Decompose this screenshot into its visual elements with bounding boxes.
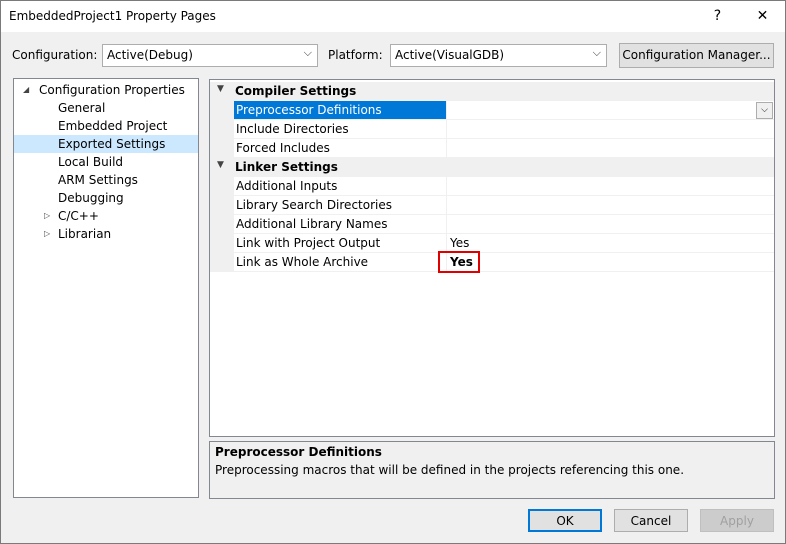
property-name: Preprocessor Definitions [234,101,446,120]
property-value[interactable] [446,177,774,196]
ok-button[interactable]: OK [528,509,602,532]
property-value-field[interactable]: Yes [446,253,774,272]
platform-label: Platform: [328,48,383,62]
collapsed-arrow-icon[interactable]: ▷ [44,207,54,225]
tree-item-label: C/C++ [58,209,99,223]
window-title: EmbeddedProject1 Property Pages [9,9,216,23]
chevron-down-icon: ⌵ [592,46,601,59]
property-row-link-with-project-output[interactable]: Link with Project Output Yes [210,234,774,253]
property-row-link-as-whole-archive[interactable]: Link as Whole Archive Yes [210,253,774,272]
property-name: Link as Whole Archive [234,253,446,272]
configuration-value: Active(Debug) [107,48,193,62]
tree-item-label: Debugging [58,191,124,205]
property-row-additional-inputs[interactable]: Additional Inputs [210,177,774,196]
property-row-preprocessor-definitions[interactable]: Preprocessor Definitions ⌵ [210,101,774,120]
tree-item-label: Exported Settings [58,137,166,151]
tree-item-label: Local Build [58,155,124,169]
expanded-arrow-icon[interactable]: ◢ [23,81,33,99]
highlight-annotation [438,251,480,273]
close-button[interactable]: ✕ [740,1,785,32]
tree-root-configuration-properties[interactable]: ◢ Configuration Properties [14,81,198,99]
dropdown-button[interactable]: ⌵ [756,102,773,119]
property-value[interactable] [446,139,774,158]
tree-root-label: Configuration Properties [39,83,185,97]
property-value[interactable] [446,120,774,139]
category-compiler-settings[interactable]: ▼ Compiler Settings [210,82,774,101]
settings-tree: ◢ Configuration Properties General Embed… [13,78,199,498]
tree-item-general[interactable]: General [14,99,198,117]
property-value-field[interactable]: ⌵ [446,101,774,120]
apply-button[interactable]: Apply [700,509,774,532]
title-bar: EmbeddedProject1 Property Pages ? ✕ [1,1,785,32]
property-row-forced-includes[interactable]: Forced Includes [210,139,774,158]
chevron-down-icon: ⌵ [761,105,768,115]
property-row-include-directories[interactable]: Include Directories [210,120,774,139]
tree-item-c-cpp[interactable]: ▷ C/C++ [14,207,198,225]
property-value[interactable]: Yes [446,234,774,253]
tree-item-label: Librarian [58,227,112,241]
configuration-select[interactable]: Active(Debug) ⌵ [102,44,318,67]
description-panel: Preprocessor Definitions Preprocessing m… [209,441,775,499]
tree-item-exported-settings[interactable]: Exported Settings [14,135,198,153]
tree-item-label: ARM Settings [58,173,138,187]
help-icon: ? [713,8,722,24]
property-grid: ▼ Compiler Settings Preprocessor Definit… [209,79,775,437]
property-row-additional-library-names[interactable]: Additional Library Names [210,215,774,234]
tree-item-embedded-project[interactable]: Embedded Project [14,117,198,135]
property-name: Forced Includes [234,139,446,158]
description-text: Preprocessing macros that will be define… [215,463,685,477]
tree-item-local-build[interactable]: Local Build [14,153,198,171]
expanded-chevron-icon[interactable]: ▼ [217,84,224,94]
configuration-label: Configuration: [12,48,98,62]
platform-value: Active(VisualGDB) [395,48,505,62]
property-name: Link with Project Output [234,234,446,253]
tree-item-label: General [58,101,106,115]
property-name: Additional Library Names [234,215,446,234]
property-value[interactable] [446,215,774,234]
property-row-library-search-directories[interactable]: Library Search Directories [210,196,774,215]
tree-item-arm-settings[interactable]: ARM Settings [14,171,198,189]
category-label: Compiler Settings [235,84,357,98]
platform-select[interactable]: Active(VisualGDB) ⌵ [390,44,607,67]
description-title: Preprocessor Definitions [215,445,382,459]
category-linker-settings[interactable]: ▼ Linker Settings [210,158,774,177]
configuration-manager-button[interactable]: Configuration Manager... [619,43,774,68]
help-button[interactable]: ? [695,1,740,32]
expanded-chevron-icon[interactable]: ▼ [217,160,224,170]
collapsed-arrow-icon[interactable]: ▷ [44,225,54,243]
property-name: Library Search Directories [234,196,446,215]
chevron-down-icon: ⌵ [303,46,312,59]
tree-item-debugging[interactable]: Debugging [14,189,198,207]
close-icon: ✕ [756,8,769,24]
cancel-button[interactable]: Cancel [614,509,688,532]
tree-item-librarian[interactable]: ▷ Librarian [14,225,198,243]
property-pages-dialog: EmbeddedProject1 Property Pages ? ✕ Conf… [0,0,786,544]
category-label: Linker Settings [235,160,338,174]
property-value[interactable] [446,196,774,215]
property-name: Additional Inputs [234,177,446,196]
tree-item-label: Embedded Project [58,119,168,133]
property-name: Include Directories [234,120,446,139]
